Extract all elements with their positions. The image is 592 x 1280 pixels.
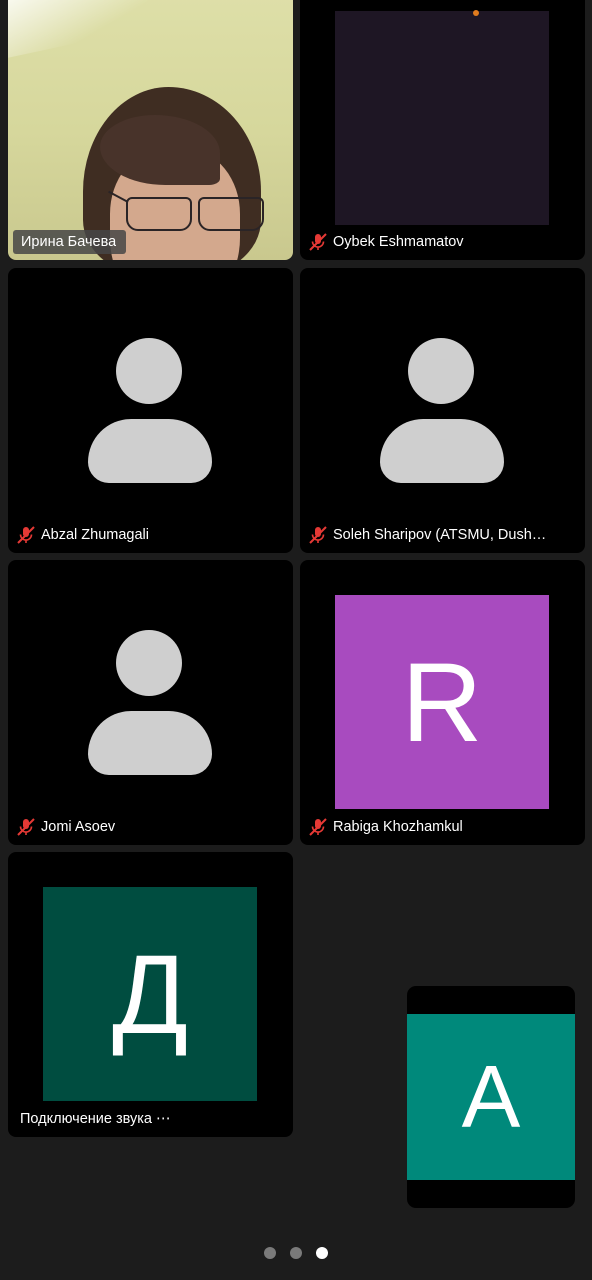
participant-name-label: Oybek Eshmamatov	[308, 230, 464, 254]
mic-off-icon	[17, 818, 35, 836]
page-dot-active[interactable]	[316, 1247, 328, 1259]
page-dot[interactable]	[290, 1247, 302, 1259]
page-indicator	[0, 1247, 592, 1259]
participant-name-label: Подключение звука ⋯	[20, 1111, 171, 1127]
mic-off-icon	[309, 818, 327, 836]
self-view-tile[interactable]: A	[407, 986, 575, 1208]
participant-video	[8, 0, 293, 260]
participant-name-label: Rabiga Khozhamkul	[308, 815, 463, 839]
page-dot[interactable]	[264, 1247, 276, 1259]
participant-tile[interactable]: Ирина Бачева	[8, 0, 293, 260]
participant-name-label: Jomi Asoev	[16, 815, 115, 839]
mic-off-icon	[309, 233, 327, 251]
participant-name-label: Abzal Zhumagali	[16, 523, 149, 547]
participant-name-label: Soleh Sharipov (ATSMU, Dush…	[308, 523, 546, 547]
person-placeholder-icon	[88, 338, 213, 483]
mic-off-icon	[17, 526, 35, 544]
participant-tile[interactable]: Jomi Asoev	[8, 560, 293, 845]
mic-off-icon	[309, 526, 327, 544]
participant-initial-avatar: R	[335, 595, 549, 809]
person-placeholder-icon	[380, 338, 505, 483]
participant-tile[interactable]: Soleh Sharipov (ATSMU, Dush…	[300, 268, 585, 553]
participant-tile[interactable]: R Rabiga Khozhamkul	[300, 560, 585, 845]
participant-initial-avatar: Д	[43, 887, 257, 1101]
participant-video	[335, 11, 549, 225]
participant-tile[interactable]: Д Подключение звука ⋯	[8, 852, 293, 1137]
participant-name-label: Ирина Бачева	[13, 230, 127, 254]
participant-tile[interactable]: Abzal Zhumagali	[8, 268, 293, 553]
self-initial-avatar: A	[407, 1014, 575, 1180]
person-placeholder-icon	[88, 630, 213, 775]
connecting-indicator: ⋯	[155, 1111, 171, 1127]
status-dot	[473, 10, 479, 16]
meeting-gallery-view: Ирина Бачева Oybek Eshmamatov Abzal Zhum…	[0, 0, 592, 1280]
participant-tile[interactable]: Oybek Eshmamatov	[300, 0, 585, 260]
